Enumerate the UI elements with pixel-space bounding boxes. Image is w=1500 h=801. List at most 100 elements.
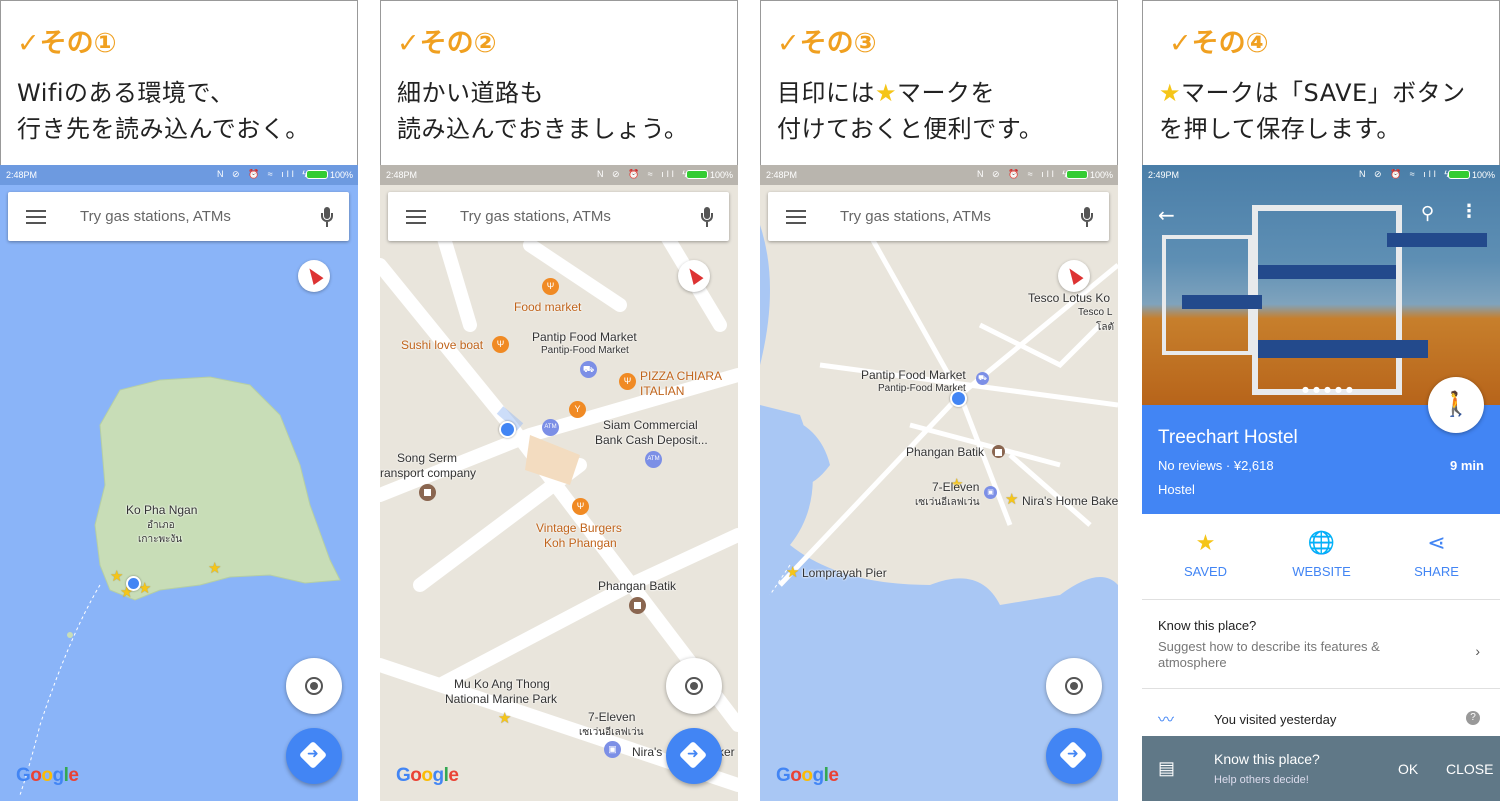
search-bar[interactable]: Try gas stations, ATMs bbox=[388, 192, 729, 241]
place-name: Treechart Hostel bbox=[1158, 427, 1298, 448]
battery-level: 100% bbox=[709, 170, 733, 180]
saved-button[interactable]: ★ SAVED bbox=[1146, 514, 1265, 579]
share-button[interactable]: ⋖ SHARE bbox=[1377, 514, 1496, 579]
status-bar: 2:48PM N ⊘ ⏰ ≈ ıll ϟ 100% bbox=[0, 165, 358, 185]
poi-mu-ko[interactable]: Mu Ko Ang Thong bbox=[454, 677, 550, 691]
poi-siam-2: Bank Cash Deposit... bbox=[595, 433, 708, 447]
poi-siam[interactable]: Siam Commercial bbox=[603, 418, 698, 432]
search-input[interactable]: Try gas stations, ATMs bbox=[460, 208, 611, 225]
restaurant-icon[interactable]: Ψ bbox=[619, 373, 636, 390]
shopping-cart-icon[interactable]: ⛟ bbox=[976, 372, 989, 385]
menu-icon[interactable] bbox=[786, 210, 806, 224]
place-photo[interactable]: ●●●●● bbox=[1142, 165, 1500, 405]
status-bar: 2:49PM N ⊘ ⏰ ≈ ıll ϟ 100% bbox=[1142, 165, 1500, 185]
compass-icon[interactable] bbox=[1058, 260, 1090, 292]
help-icon[interactable]: ? bbox=[1466, 711, 1480, 725]
search-bar[interactable]: Try gas stations, ATMs bbox=[8, 192, 349, 241]
restaurant-icon[interactable]: Ψ bbox=[492, 336, 509, 353]
poi-pantip[interactable]: Pantip Food Market bbox=[532, 330, 637, 344]
search-input[interactable]: Try gas stations, ATMs bbox=[80, 208, 231, 225]
shopping-cart-icon[interactable]: ⛟ bbox=[580, 361, 597, 378]
directions-button[interactable]: ➜ bbox=[1046, 728, 1102, 784]
poi-seven-th: เซเว่นอีเลฟเว่น bbox=[579, 727, 644, 738]
shopping-bag-icon[interactable]: ▣ bbox=[604, 741, 621, 758]
poi-pantip[interactable]: Pantip Food Market bbox=[861, 368, 966, 382]
caption-2: ✓その② 細かい道路も 読み込んでおきましょう。 bbox=[380, 0, 738, 165]
poi-niras[interactable]: Nira's bbox=[632, 745, 662, 759]
photo-pager-dots[interactable]: ●●●●● bbox=[1302, 385, 1357, 394]
panel-step-1: ✓その① Wifiのある環境で、 行き先を読み込んでおく。 2:48PM N ⊘… bbox=[0, 0, 358, 801]
step-title: ✓その① bbox=[17, 28, 117, 59]
search-bar[interactable]: Try gas stations, ATMs bbox=[768, 192, 1109, 241]
status-time: 2:48PM bbox=[386, 170, 418, 180]
bar-icon[interactable]: Y bbox=[569, 401, 586, 418]
poi-batik[interactable]: Phangan Batik bbox=[598, 579, 676, 593]
directions-button[interactable]: ➜ bbox=[666, 728, 722, 784]
poi-song-serm[interactable]: Song Serm bbox=[397, 451, 457, 465]
website-button[interactable]: 🌐 WEBSITE bbox=[1262, 514, 1381, 579]
battery-level: 100% bbox=[1471, 170, 1495, 180]
menu-icon[interactable] bbox=[406, 210, 426, 224]
travel-time: 9 min bbox=[1450, 458, 1484, 473]
mic-icon[interactable] bbox=[321, 207, 333, 227]
shop-icon[interactable] bbox=[992, 445, 1005, 458]
website-label: WEBSITE bbox=[1292, 564, 1351, 579]
more-options-icon[interactable]: ⋮ bbox=[1460, 201, 1478, 222]
saved-star-icon[interactable]: ★ bbox=[208, 559, 221, 577]
poi-seven[interactable]: 7-Eleven bbox=[588, 710, 635, 724]
poi-niras[interactable]: Nira's Home Bake bbox=[1022, 494, 1118, 508]
poi-sushi[interactable]: Sushi love boat bbox=[401, 338, 483, 352]
menu-icon[interactable] bbox=[26, 210, 46, 224]
compass-icon[interactable] bbox=[298, 260, 330, 292]
current-location-dot bbox=[499, 421, 516, 438]
poi-batik[interactable]: Phangan Batik bbox=[906, 445, 984, 459]
google-logo: Google bbox=[776, 765, 839, 786]
caption-line-2: 行き先を読み込んでおく。 bbox=[17, 115, 310, 143]
poi-pizza[interactable]: PIZZA CHIARA bbox=[640, 369, 722, 383]
know-this-place-card[interactable]: Know this place? Suggest how to describe… bbox=[1142, 601, 1500, 689]
restaurant-icon[interactable]: Ψ bbox=[572, 498, 589, 515]
saved-star-icon[interactable]: ★ bbox=[786, 563, 799, 581]
step-title: ✓その② bbox=[397, 28, 497, 59]
transport-icon[interactable] bbox=[419, 484, 436, 501]
saved-star-icon[interactable]: ★ bbox=[498, 709, 511, 727]
restaurant-icon[interactable]: Ψ bbox=[542, 278, 559, 295]
compass-icon[interactable] bbox=[678, 260, 710, 292]
poi-pier[interactable]: Lomprayah Pier bbox=[802, 566, 887, 580]
close-button[interactable]: CLOSE bbox=[1446, 761, 1493, 777]
battery-level: 100% bbox=[329, 170, 353, 180]
saved-label: SAVED bbox=[1183, 564, 1228, 579]
mic-icon[interactable] bbox=[701, 207, 713, 227]
battery-icon bbox=[686, 170, 708, 179]
poi-vintage[interactable]: Vintage Burgers bbox=[536, 521, 622, 535]
know-title: Know this place? bbox=[1158, 618, 1257, 633]
shopping-bag-icon[interactable]: ▣ bbox=[984, 486, 997, 499]
search-input[interactable]: Try gas stations, ATMs bbox=[840, 208, 991, 225]
status-icons: N ⊘ ⏰ ≈ ıll ϟ bbox=[217, 169, 310, 179]
place-reviews[interactable]: No reviews · ¥2,618 bbox=[1158, 458, 1274, 473]
ok-button[interactable]: OK bbox=[1398, 761, 1418, 777]
atm-icon[interactable]: ATM bbox=[645, 451, 662, 468]
my-location-button[interactable] bbox=[666, 658, 722, 714]
shop-icon[interactable] bbox=[629, 597, 646, 614]
poi-tesco[interactable]: Tesco Lotus Ko bbox=[1028, 291, 1110, 305]
directions-button[interactable]: ➜ bbox=[286, 728, 342, 784]
battery-level: 100% bbox=[1089, 170, 1113, 180]
visited-row[interactable]: 〰 You visited yesterday ? bbox=[1142, 690, 1500, 738]
my-location-button[interactable] bbox=[286, 658, 342, 714]
status-time: 2:49PM bbox=[1148, 170, 1180, 180]
atm-icon[interactable]: ATM bbox=[542, 419, 559, 436]
mic-icon[interactable] bbox=[1081, 207, 1093, 227]
caption-1: ✓その① Wifiのある環境で、 行き先を読み込んでおく。 bbox=[0, 0, 358, 165]
poi-seven[interactable]: 7-Eleven bbox=[932, 480, 979, 494]
walking-icon[interactable]: 🚶 bbox=[1428, 377, 1484, 433]
panel-step-2: ✓その② 細かい道路も 読み込んでおきましょう。 2:48PM N ⊘ ⏰ ≈ … bbox=[380, 0, 738, 801]
back-arrow-icon[interactable]: ← bbox=[1158, 203, 1175, 227]
saved-star-icon[interactable]: ★ bbox=[1005, 490, 1018, 508]
poi-vintage-2: Koh Phangan bbox=[544, 536, 617, 550]
poi-food-market[interactable]: Food market bbox=[514, 300, 581, 314]
star-icon: ★ bbox=[875, 79, 898, 107]
search-icon[interactable]: ⚲ bbox=[1421, 203, 1434, 224]
status-icons: N ⊘ ⏰ ≈ ıll ϟ bbox=[1359, 169, 1452, 179]
my-location-button[interactable] bbox=[1046, 658, 1102, 714]
